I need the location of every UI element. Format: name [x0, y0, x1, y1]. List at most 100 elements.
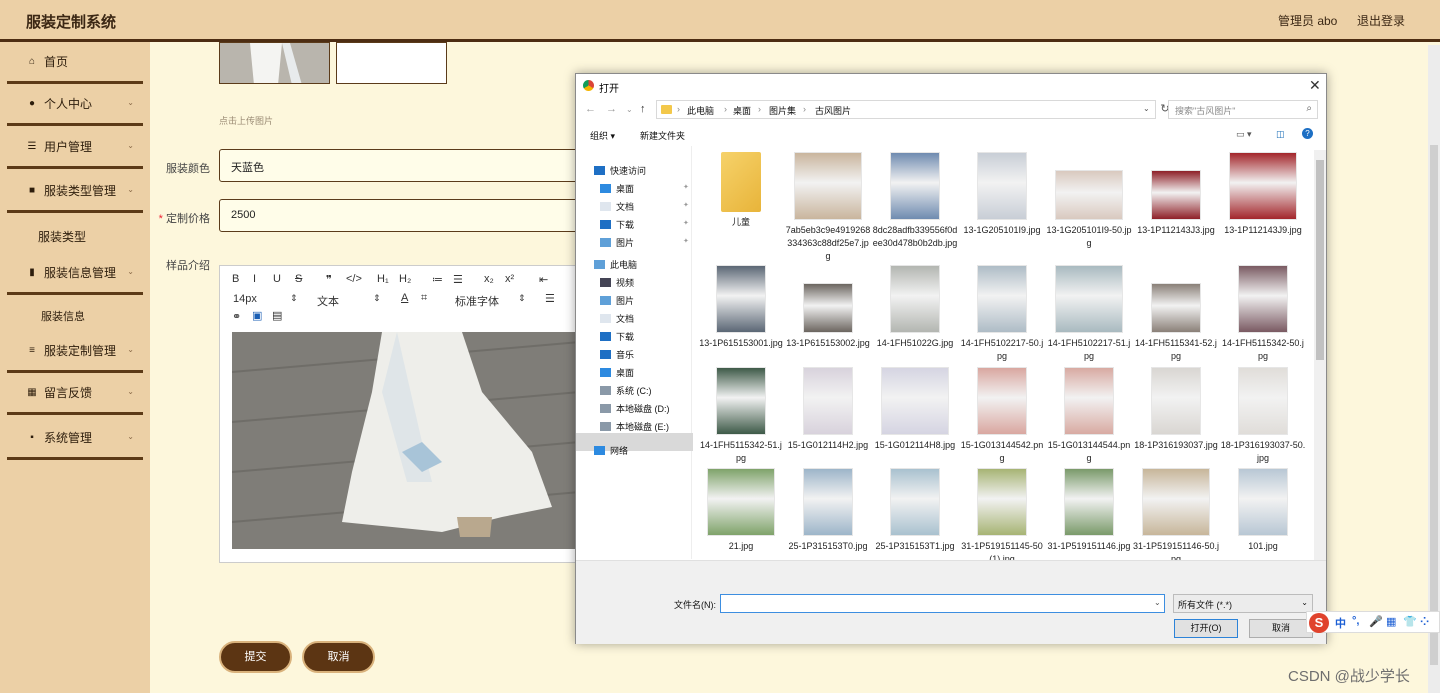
tree-item[interactable]: 文档: [600, 200, 634, 213]
file-item[interactable]: 13-1G205101I9-50.jpg: [1046, 152, 1132, 250]
sogou-logo-icon[interactable]: S: [1309, 613, 1329, 633]
preview-pane-icon[interactable]: ◫: [1276, 129, 1285, 140]
tree-item[interactable]: 下载: [600, 330, 634, 343]
indent-icon[interactable]: ⇤: [539, 273, 548, 286]
file-item[interactable]: 15-1G013144544.png: [1046, 367, 1132, 465]
quote-icon[interactable]: ❞: [326, 273, 332, 286]
sidebar-item-3[interactable]: ■ 服装类型管理 ⌄: [7, 171, 143, 213]
file-item[interactable]: 18-1P316193037.jpg: [1133, 367, 1219, 452]
ime-tools-icon[interactable]: ⁘: [1420, 615, 1429, 628]
sidebar-item-5[interactable]: ≡ 服装定制管理 ⌄: [7, 331, 143, 373]
skin-icon[interactable]: 👕: [1403, 615, 1417, 628]
sidebar-subitem-clothing-info[interactable]: 服装信息: [41, 308, 85, 324]
breadcrumb-item[interactable]: 桌面: [733, 104, 751, 117]
file-item[interactable]: 18-1P316193037-50.jpg: [1220, 367, 1306, 465]
ime-punctuation-icon[interactable]: °,: [1352, 615, 1359, 627]
tree-item[interactable]: 下载: [600, 218, 634, 231]
logout-link[interactable]: 退出登录: [1357, 12, 1405, 29]
price-field[interactable]: 2500: [219, 199, 579, 232]
recent-chevron-icon[interactable]: ⌄: [626, 105, 633, 114]
ordered-list-icon[interactable]: ≔: [432, 273, 443, 286]
tree-item[interactable]: 系统 (C:): [600, 384, 652, 397]
image-icon[interactable]: ▣: [252, 309, 262, 322]
view-options-icon[interactable]: ▭ ▾: [1236, 129, 1252, 140]
file-item[interactable]: 儿童: [698, 152, 784, 229]
font-size-select[interactable]: 14px: [233, 293, 257, 305]
file-item[interactable]: 25-1P315153T1.jpg: [872, 468, 958, 553]
file-item[interactable]: 13-1P112143J9.jpg: [1220, 152, 1306, 237]
background-color-icon[interactable]: ⌗: [421, 292, 427, 305]
new-folder-button[interactable]: 新建文件夹: [640, 129, 685, 142]
file-item[interactable]: 14-1FH5102217-50.jpg: [959, 265, 1045, 363]
font-color-icon[interactable]: A: [401, 292, 408, 304]
open-button[interactable]: 打开(O): [1174, 619, 1238, 638]
file-open-dialog[interactable]: 打开 ✕ ← → ⌄ ↑ › 此电脑 › 桌面 › 图片集 › 古风图片 ⌄ ↻…: [575, 73, 1327, 644]
filename-input[interactable]: [720, 594, 1165, 613]
sidebar-item-1[interactable]: ● 个人中心 ⌄: [7, 84, 143, 126]
font-family-select[interactable]: 标准字体: [455, 293, 499, 309]
heading1-icon[interactable]: H₁: [377, 273, 389, 285]
file-grid-scrollbar-thumb[interactable]: [1316, 160, 1324, 360]
ime-chinese-mode-icon[interactable]: 中: [1335, 615, 1346, 631]
file-item[interactable]: 31-1P519151146-50.jpg: [1133, 468, 1219, 566]
cancel-button[interactable]: 取消: [302, 641, 375, 673]
upload-button[interactable]: [336, 42, 447, 84]
file-item[interactable]: 31-1P519151146.jpg: [1046, 468, 1132, 553]
current-user[interactable]: 管理员 abo: [1278, 12, 1337, 29]
file-item[interactable]: 13-1P112143J3.jpg: [1133, 152, 1219, 237]
tree-item[interactable]: 图片: [600, 236, 634, 249]
sidebar-subitem-clothing-type[interactable]: 服装类型: [38, 228, 86, 245]
help-icon[interactable]: ?: [1302, 128, 1313, 139]
sidebar-item-6[interactable]: ▦ 留言反馈 ⌄: [7, 373, 143, 415]
file-item[interactable]: 8dc28adfb339556f0dee30d478b0b2db.jpg: [872, 152, 958, 250]
superscript-icon[interactable]: x²: [505, 273, 514, 285]
file-item[interactable]: 14-1FH5115342-51.jpg: [698, 367, 784, 465]
tree-item[interactable]: 本地磁盘 (D:): [600, 402, 670, 415]
microphone-icon[interactable]: 🎤: [1369, 615, 1383, 628]
bullet-list-icon[interactable]: ☰: [453, 273, 463, 286]
link-icon[interactable]: ⚭: [232, 310, 241, 323]
file-item[interactable]: 14-1FH5102217-51.jpg: [1046, 265, 1132, 363]
file-grid-scrollbar[interactable]: [1314, 150, 1326, 588]
tree-item[interactable]: 图片: [600, 294, 634, 307]
navigation-tree[interactable]: 快速访问 桌面 ✦ 文档 ✦ 下载 ✦ 图片 ✦ 此电脑 视频 图片 文档 下载 音乐 桌面 系统 (C:) 本地…: [576, 146, 693, 559]
tree-item[interactable]: 快速访问: [594, 164, 646, 177]
address-bar[interactable]: › 此电脑 › 桌面 › 图片集 › 古风图片 ⌄: [656, 100, 1156, 119]
heading2-icon[interactable]: H₂: [399, 273, 411, 285]
sidebar-item-2[interactable]: ☰ 用户管理 ⌄: [7, 127, 143, 169]
video-icon[interactable]: ▤: [272, 309, 282, 322]
tree-item[interactable]: 文档: [600, 312, 634, 325]
dialog-cancel-button[interactable]: 取消: [1249, 619, 1313, 638]
filetype-select[interactable]: 所有文件 (*.*) ⌄: [1173, 594, 1313, 613]
forward-arrow-icon[interactable]: →: [606, 103, 617, 115]
search-input[interactable]: 搜索"古风图片" ⌕: [1168, 100, 1318, 119]
back-arrow-icon[interactable]: ←: [585, 103, 596, 115]
page-scrollbar-thumb[interactable]: [1430, 145, 1438, 665]
tree-item[interactable]: 桌面: [600, 182, 634, 195]
uploaded-image-thumbnail[interactable]: [219, 42, 330, 84]
tree-item[interactable]: 视频: [600, 276, 634, 289]
file-item[interactable]: 14-1FH5115341-52.jpg: [1133, 265, 1219, 363]
tree-item[interactable]: 此电脑: [594, 258, 637, 271]
file-grid[interactable]: 儿童 7ab5eb3c9e4919268334363c88df25e7.jpg 8d…: [698, 152, 1316, 572]
file-item[interactable]: 15-1G012114H2.jpg: [785, 367, 871, 452]
tree-item[interactable]: 桌面: [600, 366, 634, 379]
file-item[interactable]: 101.jpg: [1220, 468, 1306, 553]
ime-toolbar[interactable]: S 中 °, 🎤 ▦ 👕 ⁘: [1306, 611, 1440, 633]
sidebar-item-0[interactable]: ⌂ 首页: [7, 42, 143, 84]
file-item[interactable]: 13-1P615153002.jpg: [785, 265, 871, 350]
align-icon[interactable]: ☰: [545, 292, 555, 305]
file-item[interactable]: 13-1G205101I9.jpg: [959, 152, 1045, 237]
file-item[interactable]: 14-1FH51022G.jpg: [872, 265, 958, 350]
tree-item[interactable]: 本地磁盘 (E:): [600, 420, 669, 433]
tree-item[interactable]: 音乐: [600, 348, 634, 361]
file-item[interactable]: 31-1P519151145-50 (1).jpg: [959, 468, 1045, 566]
breadcrumb-item[interactable]: 图片集: [769, 104, 796, 117]
strikethrough-icon[interactable]: S: [295, 273, 302, 285]
keyboard-icon[interactable]: ▦: [1386, 615, 1396, 628]
color-field[interactable]: 天蓝色: [219, 149, 579, 182]
subscript-icon[interactable]: x₂: [484, 273, 494, 285]
close-icon[interactable]: ✕: [1309, 77, 1321, 94]
submit-button[interactable]: 提交: [219, 641, 292, 673]
file-item[interactable]: 25-1P315153T0.jpg: [785, 468, 871, 553]
